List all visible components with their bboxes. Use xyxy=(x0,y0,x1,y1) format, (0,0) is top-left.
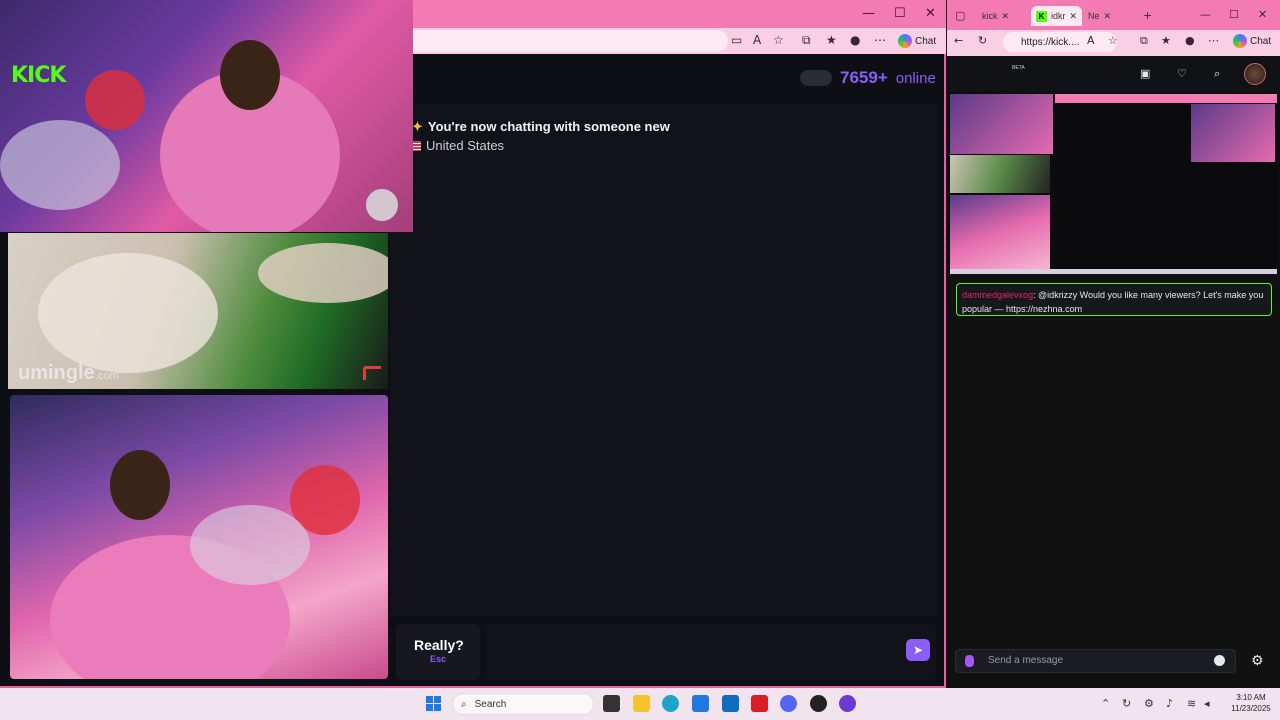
task-view-icon[interactable] xyxy=(603,695,620,712)
favorites-icon[interactable]: ★ xyxy=(826,33,837,47)
obs-icon[interactable] xyxy=(839,695,856,712)
tab-idkr[interactable]: Kidkr ✕ xyxy=(1031,6,1083,26)
system-message-new-chat: ✦ You're now chatting with someone new xyxy=(412,119,670,134)
online-count: 7659+ xyxy=(840,68,888,87)
camera-icon[interactable]: ▭ xyxy=(731,33,742,47)
emoji-icon[interactable] xyxy=(1214,655,1225,666)
minimize-icon[interactable]: — xyxy=(862,6,875,21)
wifi-icon[interactable]: ≋ xyxy=(1187,697,1196,710)
report-flag-icon[interactable] xyxy=(363,366,381,380)
stream-video-player[interactable] xyxy=(947,92,1280,274)
favorite-star-icon[interactable]: ☆ xyxy=(773,33,784,47)
system-message-country: United States xyxy=(412,138,504,153)
chat-pane xyxy=(390,104,938,616)
close-icon[interactable]: ✕ xyxy=(925,6,936,21)
kick-beta-badge: BETA xyxy=(1012,65,1025,71)
microphone-tray-icon[interactable]: ♪ xyxy=(1166,697,1173,710)
extensions-icon[interactable]: ⧉ xyxy=(1140,34,1148,48)
store-icon[interactable] xyxy=(692,695,709,712)
chat-message-highlighted: dammedgalevxog: @idkrizzy Would you like… xyxy=(956,283,1272,316)
copilot-icon xyxy=(898,34,912,48)
online-counter: 7659+ online xyxy=(800,68,936,88)
new-tab-icon[interactable]: + xyxy=(1143,9,1152,22)
minimize-icon[interactable]: — xyxy=(1200,8,1211,21)
kick-favicon: K xyxy=(1036,10,1047,22)
kick-logo[interactable]: KICK xyxy=(11,63,66,88)
umingle-watermark: umingle.com xyxy=(18,362,119,384)
sparkle-icon: ✦ xyxy=(412,119,423,134)
search-icon: ⌕ xyxy=(461,698,467,710)
netflix-icon[interactable] xyxy=(751,695,768,712)
self-video xyxy=(10,395,388,679)
app-icon[interactable] xyxy=(810,695,827,712)
copilot-icon xyxy=(1233,34,1247,48)
floating-self-video xyxy=(0,0,413,232)
umingle-browser-window: — ☐ ✕ ▭ A ☆ ⧉ ★ ● ⋯ Chat 7659+ online ✦ Y… xyxy=(0,0,946,688)
tab-kick[interactable]: kick ✕ xyxy=(977,6,1014,26)
volume-icon[interactable]: ◂ xyxy=(1204,697,1210,710)
online-toggle[interactable] xyxy=(800,70,832,86)
file-explorer-icon[interactable] xyxy=(633,695,650,712)
copilot-chat-button[interactable]: Chat xyxy=(898,31,942,51)
desktop: — ☐ ✕ ▭ A ☆ ⧉ ★ ● ⋯ Chat 7659+ online ✦ Y… xyxy=(0,0,1280,720)
skip-shortcut-hint: Esc xyxy=(430,654,447,664)
maximize-icon[interactable]: ☐ xyxy=(894,6,906,21)
more-menu-icon[interactable]: ⋯ xyxy=(1208,34,1219,47)
us-flag-icon xyxy=(412,141,421,151)
maximize-icon[interactable]: ☐ xyxy=(1229,8,1239,21)
discord-icon[interactable] xyxy=(780,695,797,712)
user-avatar[interactable] xyxy=(1244,63,1266,85)
profile-icon[interactable]: ● xyxy=(1185,34,1195,47)
read-aloud-icon[interactable]: A xyxy=(1087,34,1095,47)
favorites-icon[interactable]: ★ xyxy=(1161,34,1171,47)
system-clock[interactable]: 3:10 AM 11/23/2025 xyxy=(1224,692,1278,714)
outlook-icon[interactable] xyxy=(722,695,739,712)
close-icon[interactable]: ✕ xyxy=(1258,8,1267,21)
gear-icon[interactable]: ⚙ xyxy=(1251,653,1264,669)
tray-overflow-icon[interactable]: ⌃ xyxy=(1101,697,1110,710)
start-icon[interactable] xyxy=(426,696,441,711)
heart-icon[interactable]: ♡ xyxy=(1177,67,1187,80)
send-message-placeholder: Send a message xyxy=(988,655,1064,666)
edge-icon[interactable] xyxy=(662,695,679,712)
taskbar-search[interactable]: ⌕ Search xyxy=(452,693,594,715)
kick-header xyxy=(947,56,1280,92)
back-icon[interactable]: ← xyxy=(954,34,963,47)
favorite-star-icon[interactable]: ☆ xyxy=(1108,34,1118,47)
send-icon[interactable]: ➤ xyxy=(906,639,930,661)
copilot-chat-button[interactable]: Chat xyxy=(1233,31,1277,51)
chat-message-input[interactable] xyxy=(486,624,936,680)
tab-netflix[interactable]: Ne ✕ xyxy=(1083,6,1116,26)
microphone-icon[interactable] xyxy=(965,655,974,667)
search-icon[interactable]: ⌕ xyxy=(1214,67,1220,81)
copilot-chat-label: Chat xyxy=(915,35,937,47)
read-aloud-icon[interactable]: A xyxy=(753,33,761,47)
chat-username[interactable]: dammedgalevxog xyxy=(962,290,1033,300)
tab-actions-icon[interactable]: ▢ xyxy=(955,9,965,22)
profile-icon[interactable]: ● xyxy=(850,33,860,47)
extensions-icon[interactable]: ⧉ xyxy=(802,33,811,48)
camera-toggle-icon[interactable] xyxy=(366,189,398,221)
online-label: online xyxy=(895,69,936,87)
refresh-icon[interactable]: ↻ xyxy=(978,34,987,47)
right-address-bar[interactable]: https://kick.... xyxy=(1003,32,1117,52)
clip-icon[interactable]: ▣ xyxy=(1140,67,1150,80)
tray-network-icon[interactable]: ⚙ xyxy=(1144,697,1154,710)
tray-app-icon[interactable]: ↻ xyxy=(1122,697,1131,710)
more-menu-icon[interactable]: ⋯ xyxy=(874,33,886,47)
skip-button-label: Really? xyxy=(414,637,464,653)
